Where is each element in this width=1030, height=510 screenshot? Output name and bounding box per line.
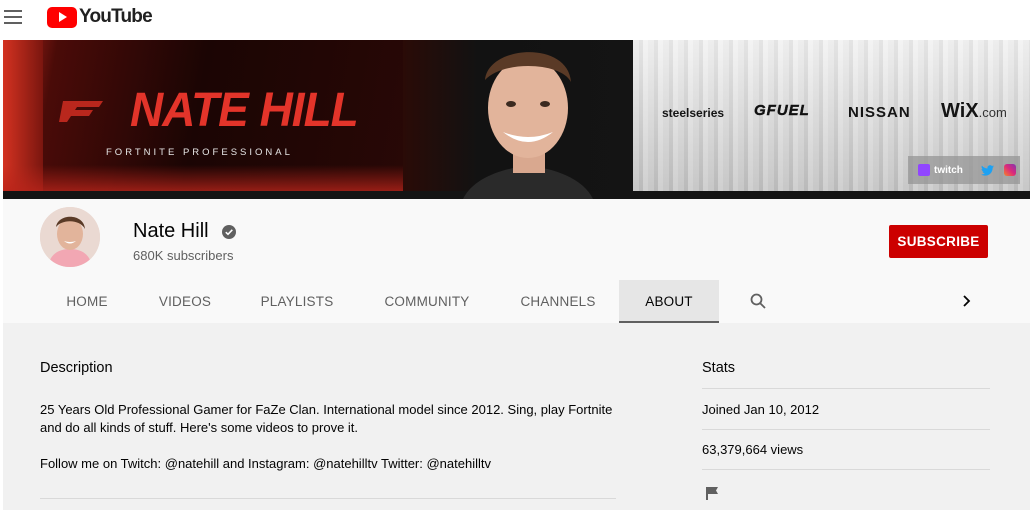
tab-playlists[interactable]: PLAYLISTS: [249, 280, 345, 323]
banner-title: NATE HILL: [130, 81, 359, 137]
sponsor-nissan: NISSAN: [848, 104, 911, 121]
channel-name: Nate Hill: [133, 220, 209, 242]
tab-home[interactable]: HOME: [51, 280, 123, 323]
view-count: 63,379,664 views: [702, 442, 804, 457]
banner-tagline: FORTNITE PROFESSIONAL: [106, 147, 293, 158]
channel-tabs: HOME VIDEOS PLAYLISTS COMMUNITY CHANNELS…: [3, 280, 1030, 323]
verified-badge-icon: [222, 225, 236, 239]
tab-videos[interactable]: VIDEOS: [147, 280, 223, 323]
faze-logo-icon: [59, 101, 103, 122]
sponsor-gfuel: GFUEL: [754, 102, 810, 119]
sponsor-steelseries: steelseries: [662, 106, 725, 120]
chevron-right-icon[interactable]: [961, 294, 973, 308]
twitch-link[interactable]: twitch: [934, 165, 963, 176]
joined-date: Joined Jan 10, 2012: [702, 402, 820, 417]
top-bar: YouTube: [0, 0, 1030, 36]
channel-banner: NATE HILL FORTNITE PROFESSIONAL steelser…: [3, 40, 1030, 199]
sponsor-wix: WiX.com: [941, 100, 1007, 122]
divider: [702, 469, 990, 470]
divider: [40, 498, 616, 499]
subscriber-count: 680K subscribers: [133, 248, 234, 263]
description-paragraph: 25 Years Old Professional Gamer for FaZe…: [40, 402, 613, 435]
tab-about[interactable]: ABOUT: [619, 280, 719, 323]
divider: [702, 388, 990, 389]
youtube-play-icon: [47, 6, 77, 28]
twitter-icon[interactable]: [980, 164, 994, 176]
about-section: Description 25 Years Old Professional Ga…: [3, 323, 1030, 510]
stats-heading: Stats: [702, 360, 736, 376]
tab-community[interactable]: COMMUNITY: [373, 280, 481, 323]
tab-channels[interactable]: CHANNELS: [508, 280, 608, 323]
description-text: 25 Years Old Professional Gamer for FaZe…: [40, 401, 620, 491]
avatar[interactable]: [40, 207, 100, 267]
description-paragraph: Follow me on Twitch: @natehill and Insta…: [40, 456, 491, 471]
search-icon[interactable]: [750, 293, 766, 309]
banner-social-links: twitch: [908, 156, 1020, 184]
banner-portrait: [463, 52, 593, 199]
subscribe-button[interactable]: SUBSCRIBE: [889, 225, 988, 258]
twitch-icon[interactable]: [918, 164, 930, 176]
flag-icon[interactable]: [706, 486, 720, 500]
youtube-logo[interactable]: YouTube: [47, 6, 153, 28]
instagram-icon[interactable]: [1003, 164, 1016, 176]
divider: [702, 429, 990, 430]
hamburger-menu-icon[interactable]: [4, 10, 22, 24]
youtube-logo-text: YouTube: [79, 6, 153, 27]
channel-header: Nate Hill 680K subscribers SUBSCRIBE HOM…: [3, 199, 1030, 323]
description-heading: Description: [40, 360, 113, 376]
